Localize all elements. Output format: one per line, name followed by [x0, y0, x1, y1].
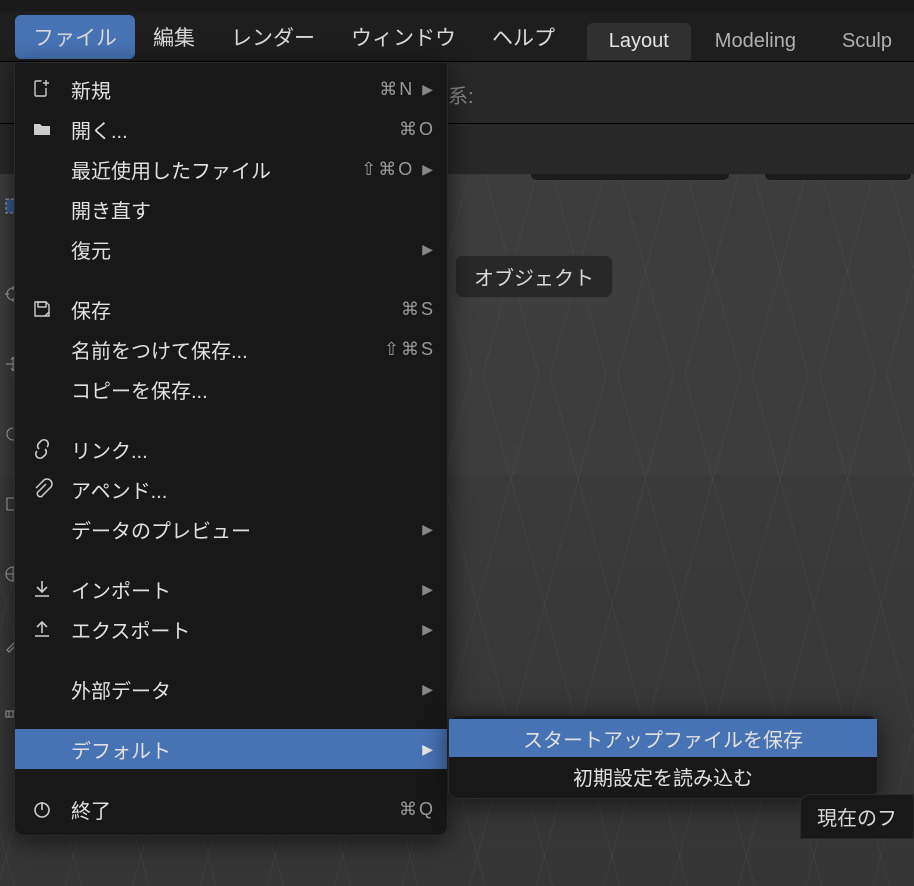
submenu-arrow-icon: ▶ [422, 521, 433, 538]
menu-item-export[interactable]: エクスポート ▶ [15, 609, 447, 649]
menu-item-revert-label: 開き直す [71, 195, 433, 224]
menu-file[interactable]: ファイル [15, 15, 135, 59]
menu-item-external-data-label: 外部データ [71, 675, 412, 704]
folder-icon [31, 118, 71, 140]
attach-icon [31, 478, 71, 500]
submenu-arrow-icon: ▶ [422, 741, 433, 758]
menu-item-save-shortcut: ⌘ S [401, 299, 433, 320]
menu-item-save-copy-label: コピーを保存... [71, 375, 433, 404]
menu-edit[interactable]: 編集 [135, 15, 213, 59]
link-icon [31, 438, 71, 460]
menu-item-open-label: 開く... [71, 115, 399, 144]
menu-item-quit-shortcut: ⌘ Q [399, 799, 433, 820]
menu-item-save-copy[interactable]: コピーを保存... [15, 369, 447, 409]
menu-item-save-as[interactable]: 名前をつけて保存... ⇧ ⌘ S [15, 329, 447, 369]
tab-modeling[interactable]: Modeling [693, 23, 818, 60]
menu-item-open-shortcut: ⌘ O [399, 119, 433, 140]
menu-window[interactable]: ウィンドウ [333, 15, 474, 59]
menu-item-new-shortcut: ⌘ N [379, 79, 412, 100]
submenu-arrow-icon: ▶ [422, 241, 433, 258]
menu-item-link-label: リンク... [71, 435, 433, 464]
editor-object-menu[interactable]: オブジェクト [455, 255, 613, 298]
submenu-item-load-defaults[interactable]: 初期設定を読み込む [449, 757, 877, 795]
menu-item-recover-label: 復元 [71, 235, 412, 264]
menu-item-append-label: アペンド... [71, 475, 433, 504]
menu-item-link[interactable]: リンク... [15, 429, 447, 469]
menu-item-append[interactable]: アペンド... [15, 469, 447, 509]
menu-item-import-label: インポート [71, 575, 412, 604]
tab-layout[interactable]: Layout [587, 23, 691, 60]
menu-item-open[interactable]: 開く... ⌘ O [15, 109, 447, 149]
new-file-icon [31, 78, 71, 100]
menu-item-quit-label: 終了 [71, 795, 399, 824]
menu-render[interactable]: レンダー [213, 15, 333, 59]
menu-item-import[interactable]: インポート ▶ [15, 569, 447, 609]
menu-item-recover[interactable]: 復元 ▶ [15, 229, 447, 269]
coord-system-label: 系: [448, 80, 474, 109]
menu-item-save[interactable]: 保存 ⌘ S [15, 289, 447, 329]
menu-item-recent-shortcut: ⇧ ⌘ O [361, 159, 412, 180]
menu-item-recent-label: 最近使用したファイル [71, 155, 361, 184]
export-icon [31, 618, 71, 640]
menu-item-data-preview[interactable]: データのプレビュー ▶ [15, 509, 447, 549]
submenu-arrow-icon: ▶ [422, 621, 433, 638]
import-icon [31, 578, 71, 600]
tooltip-text: 現在のフ [817, 808, 897, 830]
menu-item-external-data[interactable]: 外部データ ▶ [15, 669, 447, 709]
submenu-arrow-icon: ▶ [422, 161, 433, 178]
defaults-submenu: スタートアップファイルを保存 初期設定を読み込む [448, 715, 878, 799]
menu-help[interactable]: ヘルプ [474, 15, 573, 59]
menu-item-data-preview-label: データのプレビュー [71, 515, 412, 544]
submenu-arrow-icon: ▶ [422, 81, 433, 98]
submenu-item-load-defaults-label: 初期設定を読み込む [573, 762, 753, 791]
workspace-tabs: Layout Modeling Sculp [587, 20, 914, 62]
file-menu: 新規 ⌘ N ▶ 開く... ⌘ O 最近使用したファイル ⇧ ⌘ O ▶ 開き… [14, 62, 448, 836]
submenu-arrow-icon: ▶ [422, 681, 433, 698]
tab-sculpting[interactable]: Sculp [820, 23, 914, 60]
submenu-arrow-icon: ▶ [422, 581, 433, 598]
menu-item-revert[interactable]: 開き直す [15, 189, 447, 229]
tooltip: 現在のフ [800, 794, 914, 839]
menu-item-defaults[interactable]: デフォルト ▶ [15, 729, 447, 769]
submenu-item-save-startup-label: スタートアップファイルを保存 [523, 724, 803, 753]
menu-item-new[interactable]: 新規 ⌘ N ▶ [15, 69, 447, 109]
submenu-item-save-startup[interactable]: スタートアップファイルを保存 [449, 719, 877, 757]
menu-item-save-as-shortcut: ⇧ ⌘ S [384, 339, 433, 360]
save-icon [31, 298, 71, 320]
menu-item-save-label: 保存 [71, 295, 401, 324]
menu-item-recent[interactable]: 最近使用したファイル ⇧ ⌘ O ▶ [15, 149, 447, 189]
menu-item-quit[interactable]: 終了 ⌘ Q [15, 789, 447, 829]
menu-item-save-as-label: 名前をつけて保存... [71, 335, 384, 364]
menu-item-defaults-label: デフォルト [71, 735, 412, 764]
menu-item-new-label: 新規 [71, 75, 379, 104]
menu-item-export-label: エクスポート [71, 615, 412, 644]
power-icon [31, 798, 71, 820]
